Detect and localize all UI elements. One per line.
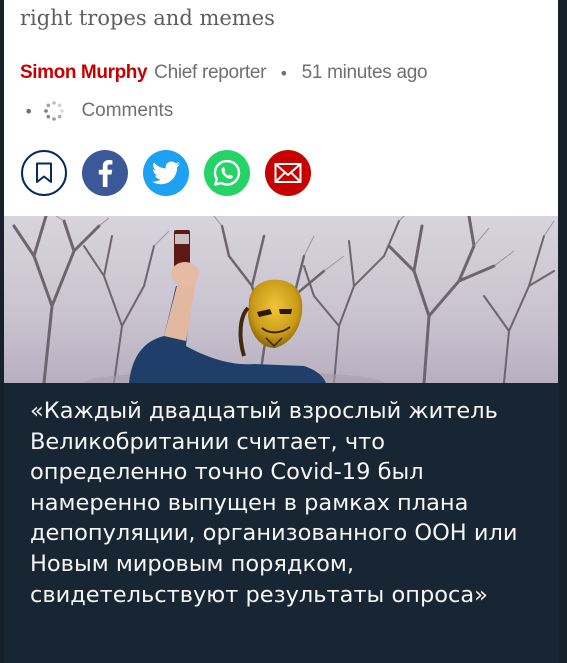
facebook-icon <box>98 160 113 187</box>
bookmark-button[interactable] <box>21 150 67 196</box>
loading-spinner-icon <box>44 101 65 121</box>
whatsapp-icon <box>213 159 241 186</box>
article-screenshot[interactable]: right tropes and memes Simon Murphy Chie… <box>4 0 558 383</box>
separator-dot: • <box>279 63 289 83</box>
twitter-icon <box>152 161 180 185</box>
timestamp: 51 minutes ago <box>301 62 428 83</box>
facebook-share-button[interactable] <box>82 150 128 196</box>
author-role: Chief reporter <box>154 62 267 83</box>
article-photo <box>4 216 558 383</box>
message-text: «Каждый двадцатый взрослый житель Велико… <box>30 398 518 608</box>
email-share-button[interactable] <box>265 150 311 196</box>
separator-dot: • <box>24 101 34 121</box>
author-link[interactable]: Simon Murphy <box>20 62 148 84</box>
byline: Simon Murphy Chief reporter • 51 minutes… <box>20 60 428 86</box>
headline-text: right tropes and memes <box>20 6 275 30</box>
bookmark-icon <box>36 162 52 183</box>
share-bar <box>21 150 326 196</box>
comments-link[interactable]: Comments <box>81 100 173 122</box>
twitter-share-button[interactable] <box>143 150 189 196</box>
whatsapp-share-button[interactable] <box>204 150 250 196</box>
email-icon <box>274 163 302 183</box>
comments-row[interactable]: • Comments <box>20 98 173 124</box>
